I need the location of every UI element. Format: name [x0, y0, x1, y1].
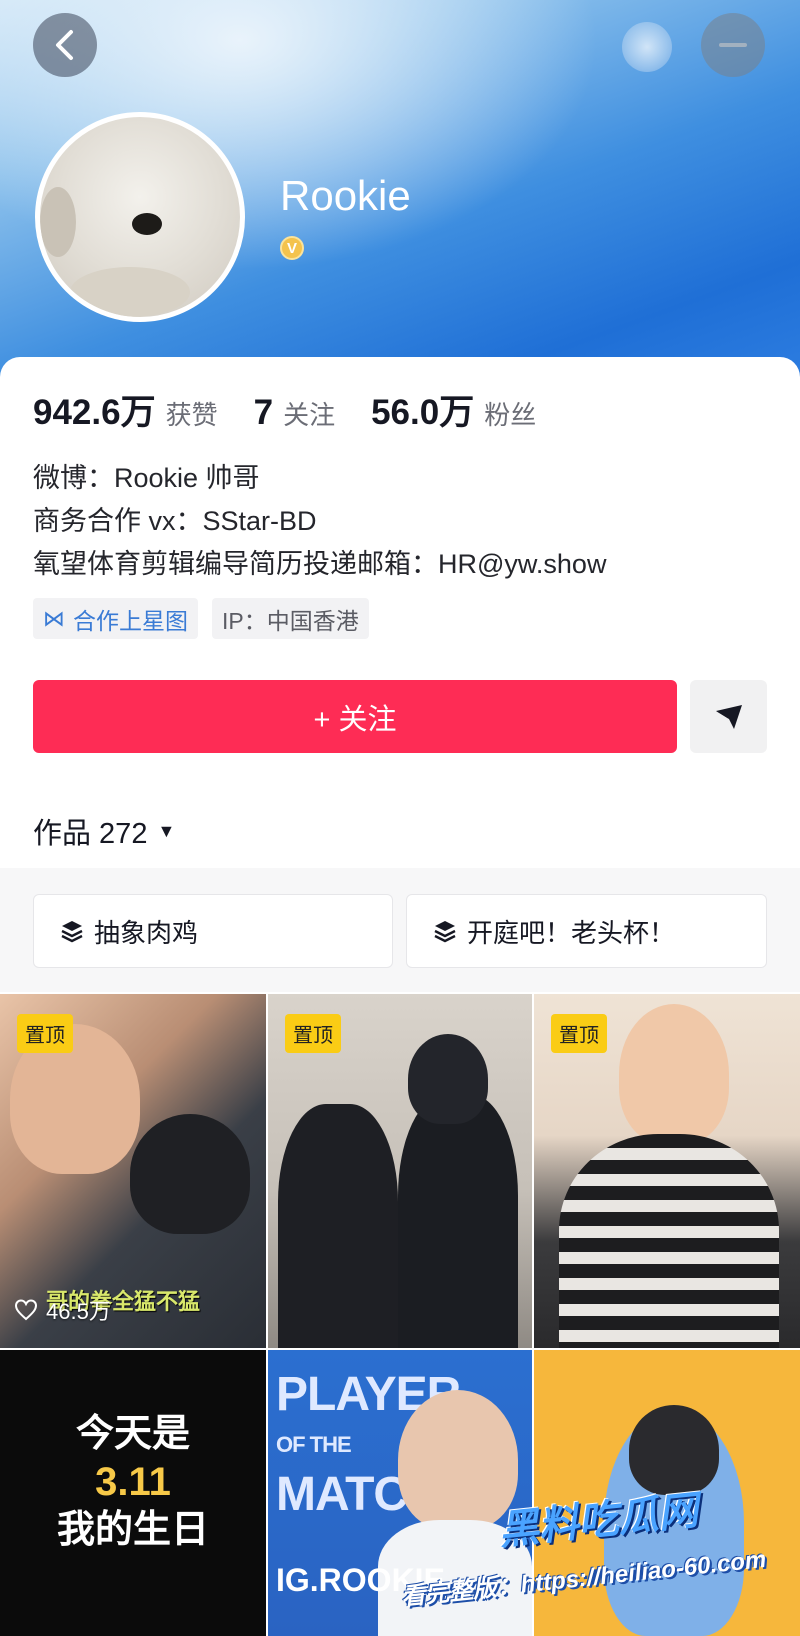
video-grid: 置顶 哥的拳全猛不猛 46.5万 置顶 置顶 今天是 3.11 我的生日 PLA…	[0, 994, 800, 1636]
thumbnail-figure	[130, 1114, 250, 1234]
search-button[interactable]	[622, 22, 672, 72]
stat-following[interactable]: 7 关注	[254, 393, 335, 433]
thumbnail-figure	[619, 1004, 729, 1144]
back-button[interactable]	[33, 13, 97, 77]
bio-line-weibo: 微博：Rookie 帅哥	[33, 463, 260, 493]
birthday-text: 今天是 3.11 我的生日	[0, 1410, 266, 1554]
avatar[interactable]	[35, 112, 245, 322]
layers-icon	[61, 921, 83, 943]
birthday-line1: 今天是	[75, 1413, 190, 1455]
profile-tags: ⋈ 合作上星图 IP：中国香港	[33, 598, 369, 639]
bio-line-email: 氧望体育剪辑编导简历投递邮箱：HR@yw.show	[33, 549, 607, 579]
collection-card[interactable]: 抽象肉鸡	[33, 894, 393, 968]
heart-icon	[14, 1299, 38, 1321]
caret-down-icon: ▼	[157, 820, 176, 841]
stat-followers-value: 56.0万	[371, 393, 475, 432]
video-thumbnail[interactable]: 今天是 3.11 我的生日	[0, 1350, 266, 1636]
verification-row: V	[280, 236, 312, 260]
stat-likes-value: 942.6万	[33, 393, 156, 432]
collection-label: 抽象肉鸡	[94, 917, 199, 948]
thumbnail-figure	[398, 1094, 518, 1348]
pinned-badge: 置顶	[285, 1014, 341, 1053]
avatar-fur-left	[40, 187, 76, 257]
xingtu-tag[interactable]: ⋈ 合作上星图	[33, 598, 198, 639]
profile-name: Rookie	[280, 172, 411, 219]
send-icon	[715, 704, 742, 729]
stat-likes[interactable]: 942.6万 获赞	[33, 384, 218, 435]
layers-icon	[434, 921, 456, 943]
stat-likes-label: 获赞	[165, 400, 218, 430]
works-label: 作品 272	[33, 818, 148, 850]
video-likes-count: 46.5万	[46, 1299, 111, 1324]
follow-button[interactable]: + 关注	[33, 680, 677, 753]
message-button[interactable]	[690, 680, 767, 753]
ip-location-tag: IP：中国香港	[212, 598, 369, 639]
profile-stats: 942.6万 获赞 7 关注 56.0万 粉丝	[33, 384, 536, 435]
video-thumbnail[interactable]: 置顶 哥的拳全猛不猛 46.5万	[0, 994, 266, 1348]
video-thumbnail[interactable]: 置顶	[534, 994, 800, 1348]
xingtu-label: 合作上星图	[73, 607, 188, 634]
thumbnail-figure	[408, 1034, 488, 1124]
more-icon	[719, 43, 747, 47]
stat-following-label: 关注	[283, 400, 336, 430]
birthday-line3: 我的生日	[56, 1509, 209, 1551]
collection-card[interactable]: 开庭吧！老头杯！	[406, 894, 767, 968]
pinned-badge: 置顶	[17, 1014, 73, 1053]
stat-followers[interactable]: 56.0万 粉丝	[371, 384, 536, 435]
profile-bio: 微博：Rookie 帅哥 商务合作 vx：SStar-BD 氧望体育剪辑编导简历…	[33, 457, 606, 586]
avatar-fur-bottom	[70, 267, 190, 317]
stat-following-value: 7	[253, 393, 274, 432]
thumbnail-figure	[559, 1134, 779, 1348]
stat-followers-label: 粉丝	[484, 400, 537, 430]
works-tab[interactable]: 作品 272 ▼	[33, 810, 175, 852]
avatar-eye	[132, 213, 162, 235]
thumbnail-figure	[278, 1104, 398, 1348]
chevron-left-icon	[56, 30, 73, 60]
video-thumbnail[interactable]: 置顶	[268, 994, 532, 1348]
collection-label: 开庭吧！老头杯！	[467, 917, 676, 948]
more-button[interactable]	[701, 13, 765, 77]
xingtu-icon: ⋈	[43, 605, 65, 631]
bio-line-business: 商务合作 vx：SStar-BD	[33, 506, 317, 536]
birthday-line2: 3.11	[95, 1460, 171, 1504]
pinned-badge: 置顶	[551, 1014, 607, 1053]
verified-badge-icon: V	[280, 236, 304, 260]
video-likes: 46.5万	[14, 1294, 111, 1326]
